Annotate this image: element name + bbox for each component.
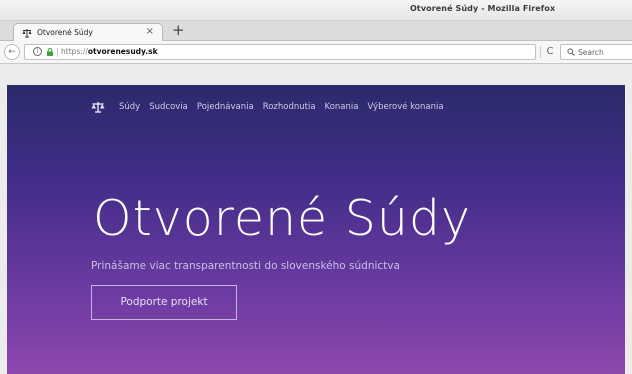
nav-link-rozhodnutia[interactable]: Rozhodnutia [263, 102, 316, 112]
lock-icon [47, 48, 53, 56]
url-host: otvorenesudy.sk [87, 47, 158, 56]
hero-title: Otvorené Súdy [93, 190, 472, 247]
tab-otvorene-sudy[interactable]: Otvorené Súdy × [13, 23, 163, 41]
nav-link-pojednavania[interactable]: Pojednávania [197, 102, 254, 112]
navigation-bar: ← i https://otvorenesudy.sk C [0, 41, 632, 64]
nav-link-sudcovia[interactable]: Sudcovia [149, 102, 188, 112]
nav-link-konania[interactable]: Konania [325, 102, 359, 112]
nav-link-sudy[interactable]: Súdy [119, 102, 140, 112]
url-prefix: https:// [61, 47, 88, 56]
url-bar[interactable]: i https://otvorenesudy.sk [24, 44, 536, 60]
new-tab-button[interactable]: + [172, 22, 185, 38]
title-bar: Otvorené Súdy - Mozilla Firefox [0, 0, 632, 21]
search-box[interactable] [560, 44, 632, 60]
hero-subtitle: Prinášame viac transparentnosti do slove… [91, 260, 400, 272]
scales-logo-icon[interactable] [91, 101, 105, 113]
url-separator [57, 48, 58, 57]
reload-button[interactable]: C [543, 43, 557, 61]
back-button[interactable]: ← [4, 44, 20, 60]
search-input[interactable] [578, 46, 632, 58]
info-icon[interactable]: i [33, 47, 42, 56]
url-text: https://otvorenesudy.sk [61, 47, 158, 56]
support-project-button[interactable]: Podporte projekt [91, 285, 237, 320]
tab-strip: Otvorené Súdy × + [0, 21, 632, 41]
browser-window: Otvorené Súdy - Mozilla Firefox Otvorené… [0, 0, 632, 374]
nav-link-vyberove-konania[interactable]: Výberové konania [367, 102, 443, 112]
search-icon [567, 48, 575, 56]
reload-separator [540, 46, 541, 58]
page-content: Súdy Sudcovia Pojednávania Rozhodnutia K… [7, 85, 625, 374]
close-icon[interactable]: × [146, 26, 154, 38]
scales-icon [22, 29, 32, 38]
tab-label: Otvorené Súdy [37, 28, 93, 37]
window-title: Otvorené Súdy - Mozilla Firefox [410, 4, 556, 13]
site-navigation: Súdy Sudcovia Pojednávania Rozhodnutia K… [91, 99, 453, 115]
